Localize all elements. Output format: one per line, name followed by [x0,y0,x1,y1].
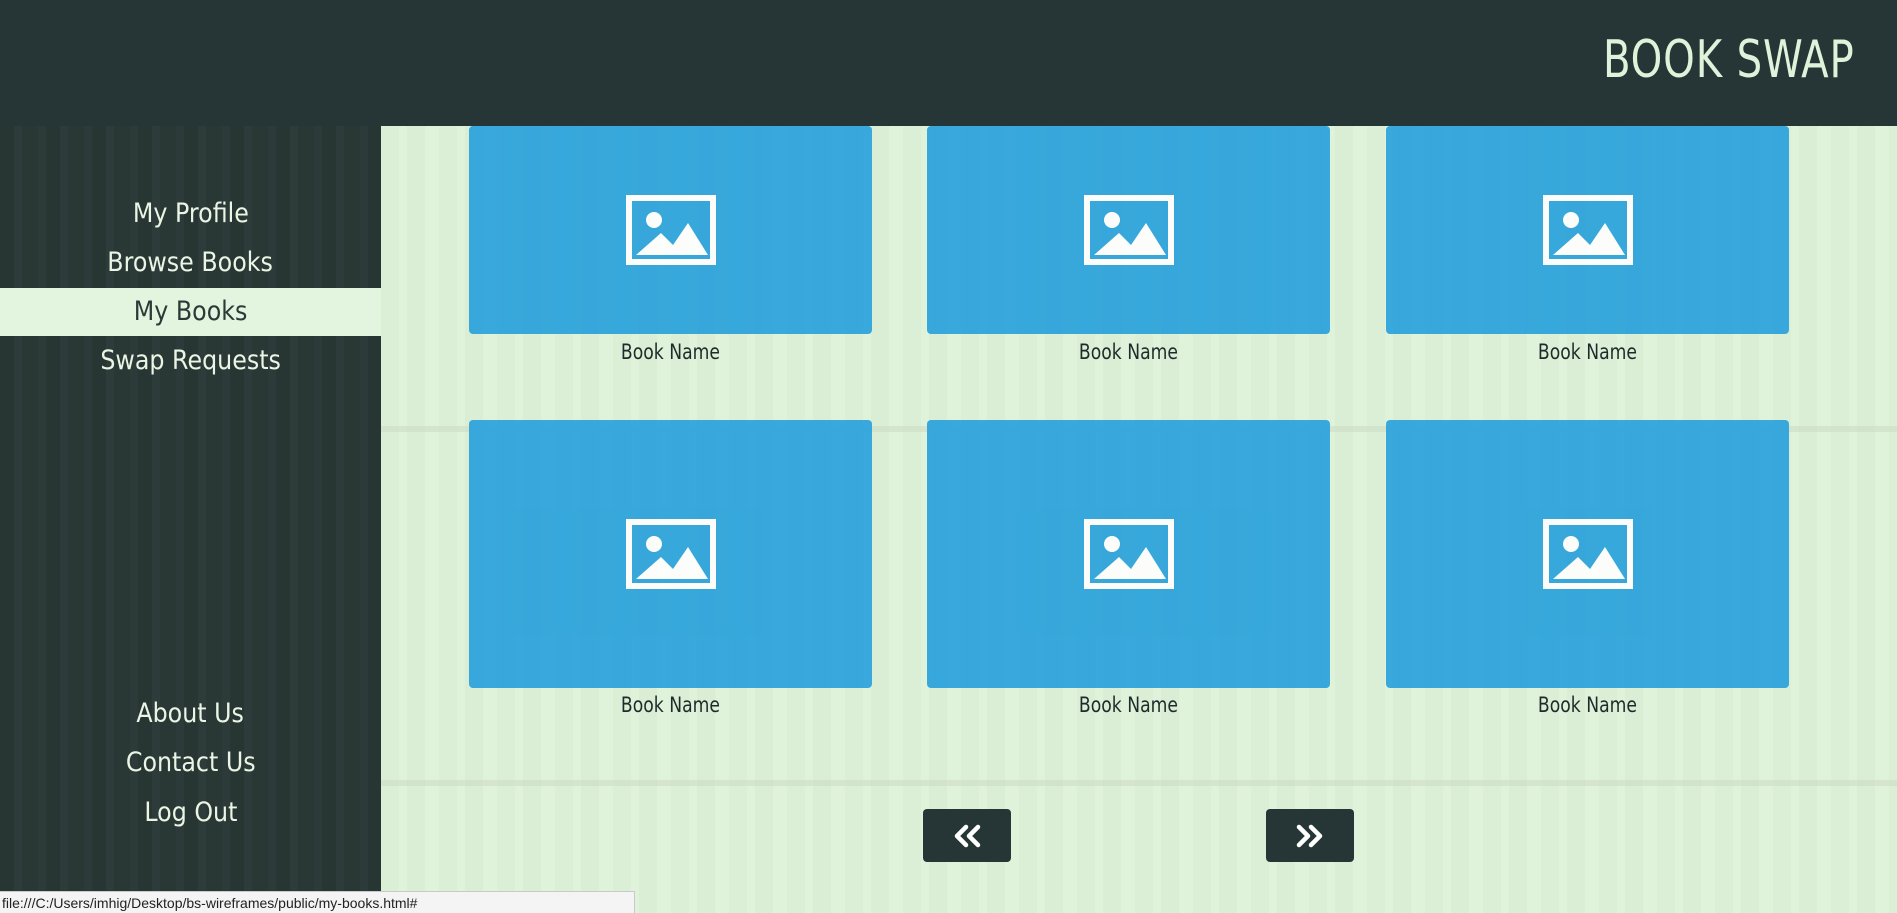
sidebar-item-my-profile[interactable]: My Profile [0,190,381,238]
book-card[interactable] [469,420,872,688]
double-chevron-left-icon [954,824,981,847]
image-placeholder-icon [1083,519,1174,589]
book-card[interactable] [927,420,1330,688]
image-placeholder-icon [625,195,716,265]
book-name: Book Name [1537,340,1638,364]
image-placeholder-icon [1083,195,1174,265]
previous-page-button[interactable] [923,809,1011,862]
book-name: Book Name [1537,693,1638,717]
sidebar-link-about-us[interactable]: About Us [0,690,381,738]
sidebar: My Profile Browse Books My Books Swap Re… [0,126,381,913]
brand-title[interactable]: BOOK SWAP [1603,30,1855,90]
sidebar-item-label: Swap Requests [100,345,281,376]
next-page-button[interactable] [1266,809,1354,862]
app-header: BOOK SWAP [0,0,1897,126]
book-grid-area: Book Name Book Name Book Name Book Name [381,126,1897,913]
double-chevron-right-icon [1296,824,1323,847]
book-card[interactable] [927,126,1330,334]
sidebar-item-label: My Profile [132,198,249,229]
sidebar-item-swap-requests[interactable]: Swap Requests [0,337,381,385]
browser-status-bar: file:///C:/Users/imhig/Desktop/bs-wirefr… [0,891,635,913]
book-name: Book Name [1078,693,1179,717]
book-name: Book Name [1078,340,1179,364]
book-card[interactable] [469,126,872,334]
image-placeholder-icon [625,519,716,589]
book-card[interactable] [1386,126,1789,334]
book-name: Book Name [620,340,721,364]
sidebar-link-contact-us[interactable]: Contact Us [0,739,381,787]
book-card[interactable] [1386,420,1789,688]
sidebar-link-label: Log Out [143,797,238,828]
sidebar-item-label: My Books [133,296,248,327]
image-placeholder-icon [1542,519,1633,589]
image-placeholder-icon [1542,195,1633,265]
sidebar-item-browse-books[interactable]: Browse Books [0,239,381,287]
sidebar-link-label: Contact Us [125,747,256,778]
sidebar-item-label: Browse Books [107,247,274,278]
sidebar-item-my-books[interactable]: My Books [0,288,381,336]
sidebar-link-log-out[interactable]: Log Out [0,789,381,837]
book-name: Book Name [620,693,721,717]
sidebar-link-label: About Us [136,698,245,729]
